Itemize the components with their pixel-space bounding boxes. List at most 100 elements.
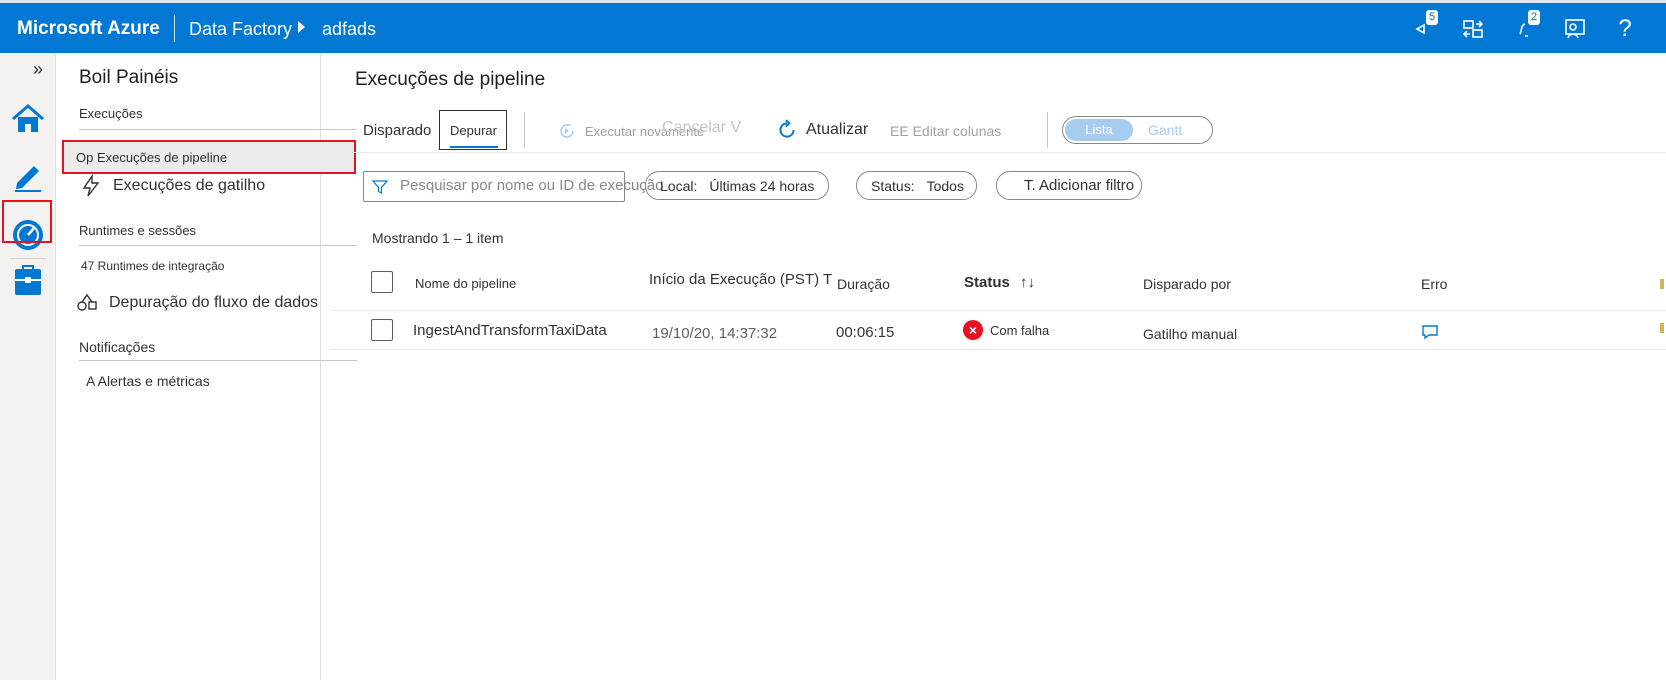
status-filter-pill[interactable]: Status: Todos xyxy=(856,171,977,200)
nav-item-alerts-label: A Alertas e métricas xyxy=(86,373,210,389)
cancel-button[interactable]: Cancelar V xyxy=(662,119,741,137)
cancel-label: Cancelar V xyxy=(662,119,742,136)
expand-rail-icon[interactable]: » xyxy=(33,59,43,80)
column-header-run-start[interactable]: Início da Execução (PST) T xyxy=(649,271,832,288)
row-run-start: 19/10/20, 14:37:32 xyxy=(652,325,778,342)
main-content: Execuções de pipeline Disparado Depurar … xyxy=(322,53,1666,680)
local-filter-value: Últimas 24 horas xyxy=(709,177,815,194)
row-status: × Com falha xyxy=(963,320,1049,340)
refresh-button[interactable]: Atualizar xyxy=(776,119,868,141)
column-header-status[interactable]: Status ↑↓ xyxy=(964,274,1035,291)
edit-columns-button[interactable]: EE Editar colunas xyxy=(890,123,1001,139)
rerun-icon xyxy=(560,124,574,138)
search-input[interactable] xyxy=(400,177,670,194)
dataflow-debug-icon xyxy=(77,293,97,311)
help-button[interactable]: ? xyxy=(1612,16,1638,42)
toolbar-bottom-border xyxy=(330,152,1666,153)
sort-arrows-icon[interactable]: ↑↓ xyxy=(1020,274,1035,291)
result-count: Mostrando 1 – 1 item xyxy=(372,230,504,246)
column-header-status-label: Status xyxy=(964,274,1010,291)
nav-section-runs: Execuções xyxy=(79,106,143,121)
nav-divider xyxy=(79,129,357,130)
error-details-button[interactable] xyxy=(1421,324,1439,340)
notifications-badge: 2 xyxy=(1528,10,1540,25)
nav-item-trigger-runs[interactable]: Execuções de gatilho xyxy=(79,174,265,198)
view-list-option[interactable]: Lista xyxy=(1065,119,1133,141)
rail-author[interactable] xyxy=(9,156,47,194)
nav-item-alerts[interactable]: A Alertas e métricas xyxy=(86,373,210,389)
nav-item-pipeline-runs[interactable]: Op Execuções de pipeline xyxy=(62,140,356,174)
page-title: Execuções de pipeline xyxy=(355,69,546,90)
feedback-badge: 5 xyxy=(1426,10,1438,25)
toolbox-icon xyxy=(15,265,41,295)
row-checkbox[interactable] xyxy=(371,319,393,341)
monitor-highlight-box xyxy=(2,200,52,243)
row-pipeline-name[interactable]: IngestAndTransformTaxiData xyxy=(413,322,607,339)
tab-triggered[interactable]: Disparado xyxy=(363,122,431,139)
search-box[interactable] xyxy=(363,171,670,202)
filter-funnel-icon xyxy=(372,180,388,194)
notifications-button[interactable]: 2 xyxy=(1512,10,1540,42)
title-divider xyxy=(174,15,175,42)
nav-item-trigger-runs-label: Execuções de gatilho xyxy=(113,177,266,194)
row-duration: 00:06:15 xyxy=(836,324,895,341)
view-toggle[interactable]: Lista Gantt xyxy=(1062,116,1213,144)
nav-section-runtimes: Runtimes e sessões xyxy=(79,223,197,238)
nav-item-integration-runtimes[interactable]: 47 Runtimes de integração xyxy=(81,259,224,273)
column-header-duration[interactable]: Duração xyxy=(837,276,890,292)
tab-active-indicator xyxy=(450,146,498,148)
toolbar-divider xyxy=(1047,112,1048,148)
toolbar-divider xyxy=(524,112,525,148)
row-status-label: Com falha xyxy=(990,322,1050,338)
nav-item-dataflow-debug-label: Depuração do fluxo de dados xyxy=(109,294,319,311)
person-feedback-icon xyxy=(1565,19,1585,39)
status-filter-value: Todos xyxy=(926,177,964,194)
nav-divider xyxy=(79,360,357,361)
row-divider xyxy=(330,349,1666,350)
rail-manage[interactable] xyxy=(9,263,47,301)
edit-columns-label: EE Editar colunas xyxy=(890,123,1002,139)
add-filter-label: T. Adicionar filtro xyxy=(1024,177,1135,194)
row-triggered-by: Gatilho manual xyxy=(1143,326,1238,342)
local-filter-label: Local: xyxy=(660,177,698,194)
directory-switch-button[interactable] xyxy=(1460,16,1486,42)
brand-title[interactable]: Microsoft Azure xyxy=(17,18,160,40)
nav-title: Boil Painéis xyxy=(79,67,179,88)
row-edge-indicator xyxy=(1660,323,1664,333)
add-filter-button[interactable]: T. Adicionar filtro xyxy=(996,171,1142,200)
nav-item-pipeline-runs-label: Op Execuções de pipeline xyxy=(76,150,228,165)
column-header-triggered-by[interactable]: Disparado por xyxy=(1143,276,1231,292)
left-rail: » xyxy=(0,53,56,680)
feedback-button[interactable]: 5 xyxy=(1410,10,1438,42)
failed-x-icon: × xyxy=(963,320,983,340)
question-mark-icon: ? xyxy=(1618,15,1632,42)
nav-item-dataflow-debug[interactable]: Depuração do fluxo de dados xyxy=(75,291,318,315)
tab-debug-label: Depurar xyxy=(450,123,497,138)
top-bar: Microsoft Azure Data Factory adfads 5 2 … xyxy=(0,0,1666,53)
feedback-chat-button[interactable] xyxy=(1562,16,1588,42)
status-filter-label: Status: xyxy=(871,177,915,194)
switch-directory-icon xyxy=(1462,20,1484,38)
rail-home[interactable] xyxy=(9,100,47,138)
select-all-checkbox[interactable] xyxy=(371,271,393,293)
pencil-icon xyxy=(15,166,41,192)
nav-section-notifications: Notificações xyxy=(79,339,156,355)
local-filter-pill[interactable]: Local: Últimas 24 horas xyxy=(645,171,830,200)
header-divider xyxy=(330,310,1666,311)
column-edge-indicator xyxy=(1660,279,1664,289)
view-gantt-option[interactable]: Gantt xyxy=(1148,122,1182,138)
lightning-icon xyxy=(82,174,100,197)
monitor-nav-panel: Boil Painéis Execuções Op Execuções de p… xyxy=(57,53,357,680)
chat-bubble-icon xyxy=(1422,325,1438,340)
breadcrumb-chevron-icon xyxy=(298,21,305,33)
refresh-label: Atualizar xyxy=(806,121,869,138)
home-icon xyxy=(12,104,44,132)
column-header-error[interactable]: Erro xyxy=(1421,276,1447,292)
column-header-pipeline-name[interactable]: Nome do pipeline xyxy=(415,276,516,291)
nav-item-integration-runtimes-label: 47 Runtimes de integração xyxy=(81,259,225,273)
nav-divider xyxy=(79,245,357,246)
tab-debug[interactable]: Depurar xyxy=(439,110,507,150)
rail-divider xyxy=(10,258,46,259)
breadcrumb-data-factory[interactable]: Data Factory xyxy=(189,19,292,40)
breadcrumb-factory-name[interactable]: adfads xyxy=(322,19,376,40)
